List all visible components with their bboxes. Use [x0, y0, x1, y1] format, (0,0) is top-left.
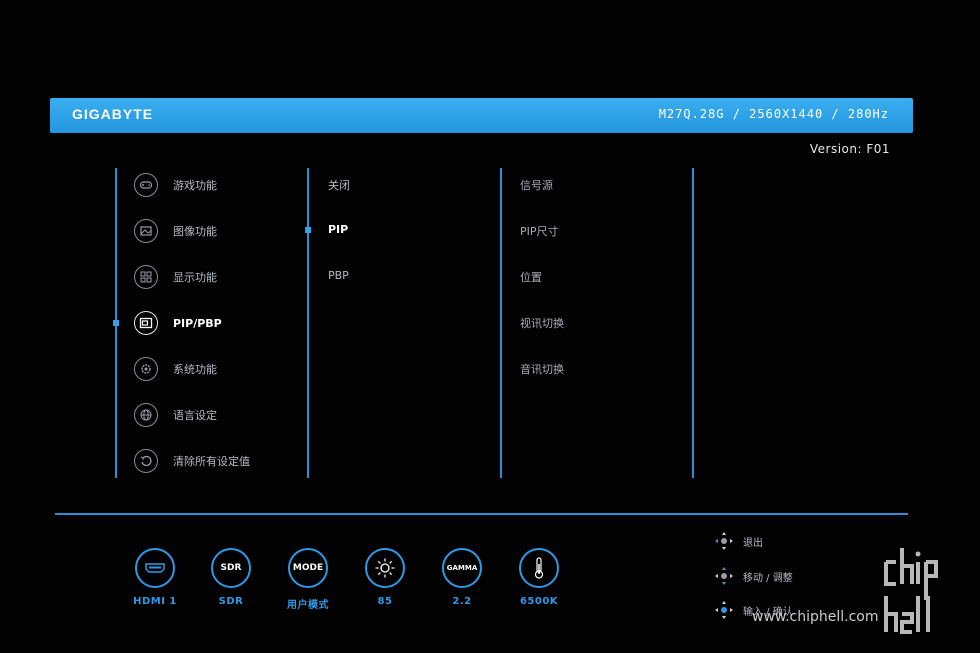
model-info: M27Q.28G / 2560X1440 / 280Hz — [658, 107, 889, 121]
brand-logo: GIGABYTE — [72, 106, 154, 122]
dpad-left-icon — [714, 531, 734, 551]
picture-icon — [134, 219, 158, 243]
sdr-icon: SDR — [211, 548, 251, 588]
menu-item-display[interactable]: 显示功能 — [134, 263, 217, 291]
option-position[interactable]: 位置 — [520, 269, 542, 285]
menu-item-label: 系统功能 — [173, 363, 217, 376]
gamepad-icon — [134, 173, 158, 197]
option-pip-size[interactable]: PIP尺寸 — [520, 223, 559, 239]
menu-item-picture[interactable]: 图像功能 — [134, 217, 217, 245]
status-gamma: GAMMA 2.2 — [432, 548, 492, 607]
system-gear-icon — [134, 357, 158, 381]
status-picture-mode: MODE 用户模式 — [278, 548, 338, 611]
globe-icon — [134, 403, 158, 427]
menu-item-label: PIP/PBP — [173, 316, 222, 330]
selection-marker — [305, 227, 311, 233]
status-caption: 85 — [377, 596, 393, 607]
status-brightness: 85 — [355, 548, 415, 607]
status-caption: 2.2 — [452, 596, 472, 607]
gamma-icon: GAMMA — [442, 548, 482, 588]
selection-marker — [113, 320, 119, 326]
hdmi-icon — [135, 548, 175, 588]
option-video-swap[interactable]: 视讯切换 — [520, 315, 564, 331]
submenu-item-off[interactable]: 关闭 — [328, 177, 350, 193]
menu-item-label: 语言设定 — [173, 409, 217, 422]
dpad-updown-icon — [714, 566, 734, 586]
thermometer-icon — [519, 548, 559, 588]
column-divider — [692, 168, 694, 478]
status-dynamic-range: SDR SDR — [201, 548, 261, 607]
osd-header: GIGABYTE M27Q.28G / 2560X1440 / 280Hz — [50, 98, 913, 133]
mode-icon: MODE — [288, 548, 328, 588]
menu-item-system[interactable]: 系统功能 — [134, 355, 217, 383]
menu-item-gaming[interactable]: 游戏功能 — [134, 171, 217, 199]
status-caption: 6500K — [519, 596, 559, 607]
column-divider — [307, 168, 309, 478]
status-caption: 用户模式 — [287, 600, 329, 611]
hint-exit: 退出 — [714, 531, 763, 551]
hint-label: 退出 — [743, 537, 763, 549]
brightness-icon — [365, 548, 405, 588]
menu-item-label: 图像功能 — [173, 225, 217, 238]
dpad-press-icon — [714, 600, 734, 620]
option-audio-swap[interactable]: 音讯切换 — [520, 361, 564, 377]
status-caption: HDMI 1 — [133, 596, 177, 607]
display-grid-icon — [134, 265, 158, 289]
menu-item-reset[interactable]: 清除所有设定值 — [134, 447, 250, 475]
hint-label: 移动 / 调整 — [743, 572, 793, 584]
menu-item-label: 显示功能 — [173, 271, 217, 284]
submenu-item-pbp[interactable]: PBP — [328, 269, 349, 282]
menu-item-pip-pbp[interactable]: PIP/PBP — [134, 309, 222, 337]
status-caption: SDR — [218, 596, 244, 607]
pip-icon — [134, 311, 158, 335]
option-source[interactable]: 信号源 — [520, 177, 553, 193]
status-divider — [55, 513, 908, 515]
submenu-item-pip[interactable]: PIP — [328, 223, 348, 236]
menu-item-label: 游戏功能 — [173, 179, 217, 192]
chiphell-logo — [882, 540, 972, 640]
menu-item-language[interactable]: 语言设定 — [134, 401, 217, 429]
column-divider — [500, 168, 502, 478]
status-color-temp: 6500K — [509, 548, 569, 607]
watermark-text: www.chiphell.com — [752, 609, 879, 625]
version-label: Version: F01 — [809, 142, 890, 156]
hint-move-adjust: 移动 / 调整 — [714, 566, 793, 586]
status-input: HDMI 1 — [125, 548, 185, 607]
menu-item-label: 清除所有设定值 — [173, 455, 250, 468]
reset-icon — [134, 449, 158, 473]
